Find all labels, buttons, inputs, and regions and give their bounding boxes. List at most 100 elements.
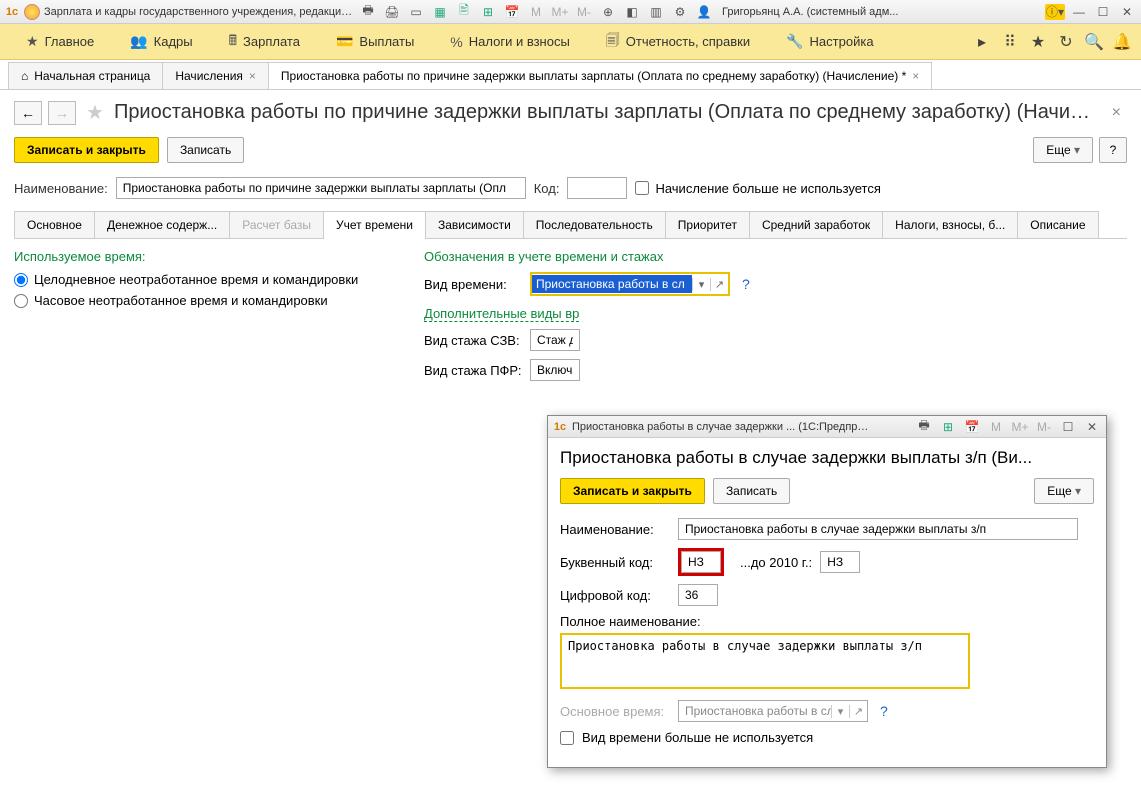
bell-icon[interactable]: 🔔 (1111, 32, 1133, 52)
chart-icon[interactable]: ▦ (430, 4, 450, 20)
calendar-icon[interactable]: 📅 (962, 419, 982, 435)
dialog-until2010-input[interactable] (820, 551, 860, 573)
calc-icon[interactable]: ⊞ (938, 419, 958, 435)
help-icon[interactable]: ? (880, 703, 888, 719)
maximize-icon[interactable]: ☐ (1093, 4, 1113, 20)
menu-vyplaty[interactable]: 💳Выплаты (318, 27, 432, 56)
menu-nastroika[interactable]: 🔧Настройка (768, 27, 891, 56)
help-button[interactable]: ? (1099, 137, 1127, 163)
tab-nachisleniya[interactable]: Начисления× (162, 62, 269, 89)
print-icon[interactable]: 🖶 (914, 419, 934, 435)
szv-input[interactable] (530, 329, 580, 351)
radio-daily-input[interactable] (14, 273, 28, 287)
subtab-zavisimosti[interactable]: Зависимости (425, 211, 524, 238)
dialog-digit-input[interactable] (678, 584, 718, 606)
radio-daily[interactable]: Целодневное неотработанное время и коман… (14, 272, 394, 287)
dialog-unused-checkbox[interactable]: Вид времени больше не используется (560, 730, 1094, 745)
wallet-icon: 💳 (336, 33, 353, 50)
name-input[interactable] (116, 177, 526, 199)
menu-zarplata[interactable]: 🖩Зарплата (211, 24, 318, 60)
m-minus-icon[interactable]: M- (574, 4, 594, 20)
dialog-unused-checkbox-input[interactable] (560, 731, 574, 745)
panels-icon[interactable]: ▥ (646, 4, 666, 20)
dialog-name-input[interactable] (678, 518, 1078, 540)
menu-main[interactable]: ★Главное (8, 27, 112, 56)
favorite-star-icon[interactable]: ★ (86, 100, 104, 125)
radio-hourly[interactable]: Часовое неотработанное время и командиро… (14, 293, 394, 308)
menu-nalogi-label: Налоги и взносы (469, 34, 570, 49)
dropdown-icon[interactable] (24, 4, 40, 20)
tab-close-icon[interactable]: × (912, 69, 919, 83)
radio-hourly-input[interactable] (14, 294, 28, 308)
maximize-icon[interactable]: ☐ (1058, 419, 1078, 435)
vid-vremeni-label: Вид времени: (424, 277, 522, 292)
menu-kadry[interactable]: 👥Кадры (112, 27, 210, 56)
tab-close-icon[interactable]: × (249, 69, 256, 83)
more-button[interactable]: Еще (1033, 137, 1093, 163)
history-icon[interactable]: ↻ (1055, 32, 1077, 52)
open-icon[interactable]: ↗ (849, 705, 867, 718)
doc-tabs: ⌂Начальная страница Начисления× Приостан… (0, 60, 1141, 90)
subtab-sredniy[interactable]: Средний заработок (749, 211, 883, 238)
unused-checkbox-label: Начисление больше не используется (655, 181, 880, 196)
subtab-osnovnoe[interactable]: Основное (14, 211, 95, 238)
dialog-more-button[interactable]: Еще (1034, 478, 1094, 504)
forward-button[interactable]: → (48, 101, 76, 125)
m-icon[interactable]: M (986, 419, 1006, 435)
apps-icon[interactable]: ⠿ (999, 32, 1021, 52)
main-menu: ★Главное 👥Кадры 🖩Зарплата 💳Выплаты %Нало… (0, 24, 1141, 60)
subtab-prioritet[interactable]: Приоритет (665, 211, 750, 238)
m-plus-icon[interactable]: M+ (550, 4, 570, 20)
m-icon[interactable]: M (526, 4, 546, 20)
search-icon[interactable]: 🔍 (1083, 32, 1105, 52)
user-name[interactable]: Григорьянц А.А. (системный адм... (722, 6, 898, 18)
dropdown-icon[interactable]: ▾ (692, 278, 710, 291)
menu-otchet[interactable]: 🗐Отчетность, справки (588, 24, 768, 60)
save-close-button[interactable]: Записать и закрыть (14, 137, 159, 163)
m-plus-icon[interactable]: M+ (1010, 419, 1030, 435)
calendar-icon[interactable]: 📅 (502, 4, 522, 20)
unused-checkbox[interactable]: Начисление больше не используется (635, 181, 880, 196)
page-close-icon[interactable]: × (1106, 104, 1127, 122)
calc-icon[interactable]: ⊞ (478, 4, 498, 20)
subtab-opisanie[interactable]: Описание (1017, 211, 1098, 238)
dop-vidy-link[interactable]: Дополнительные виды вр (424, 306, 579, 322)
dropdown-icon[interactable]: ▾ (831, 705, 849, 718)
minimize-icon[interactable]: — (1069, 4, 1089, 20)
m-minus-icon[interactable]: M- (1034, 419, 1054, 435)
dialog-save-close-button[interactable]: Записать и закрыть (560, 478, 705, 504)
tab-home[interactable]: ⌂Начальная страница (8, 62, 163, 89)
home-icon: ⌂ (21, 69, 28, 83)
code-input[interactable] (567, 177, 627, 199)
nav-icon[interactable]: ◧ (622, 4, 642, 20)
subtab-nalogi[interactable]: Налоги, взносы, б... (882, 211, 1018, 238)
help-icon[interactable]: ? (742, 276, 750, 292)
subtab-denezhnoe[interactable]: Денежное содерж... (94, 211, 230, 238)
dialog-titlebar[interactable]: 1c Приостановка работы в случае задержки… (548, 416, 1106, 438)
subtab-uchet[interactable]: Учет времени (323, 211, 426, 238)
subtab-posl[interactable]: Последовательность (523, 211, 666, 238)
menu-nalogi[interactable]: %Налоги и взносы (432, 28, 588, 56)
tab-current[interactable]: Приостановка работы по причине задержки … (268, 62, 932, 89)
dialog-save-button[interactable]: Записать (713, 478, 790, 504)
play-icon[interactable]: ▸ (971, 32, 993, 52)
dialog-letter-input[interactable] (681, 551, 721, 573)
tools-icon[interactable]: ⚙ (670, 4, 690, 20)
doc-icon[interactable]: ▭ (406, 4, 426, 20)
save-button[interactable]: Записать (167, 137, 244, 163)
print-icon[interactable]: 🖶 (358, 4, 378, 20)
zoom-in-icon[interactable]: ⊕ (598, 4, 618, 20)
dialog-full-textarea[interactable] (560, 633, 970, 689)
dialog-base-select[interactable]: Приостановка работы в сл ▾ ↗ (678, 700, 868, 722)
favorite-icon[interactable]: ★ (1027, 32, 1049, 52)
pfr-input[interactable] (530, 359, 580, 381)
open-icon[interactable]: ↗ (710, 278, 728, 291)
info-icon[interactable]: ⓘ▾ (1045, 4, 1065, 20)
close-icon[interactable]: ✕ (1117, 4, 1137, 20)
printer-icon[interactable]: 🖨 (382, 4, 402, 20)
vid-vremeni-select[interactable]: Приостановка работы в сл ▾ ↗ (530, 272, 730, 296)
report-icon[interactable]: 🖹 (454, 4, 474, 20)
close-icon[interactable]: ✕ (1082, 419, 1102, 435)
back-button[interactable]: ← (14, 101, 42, 125)
unused-checkbox-input[interactable] (635, 181, 649, 195)
